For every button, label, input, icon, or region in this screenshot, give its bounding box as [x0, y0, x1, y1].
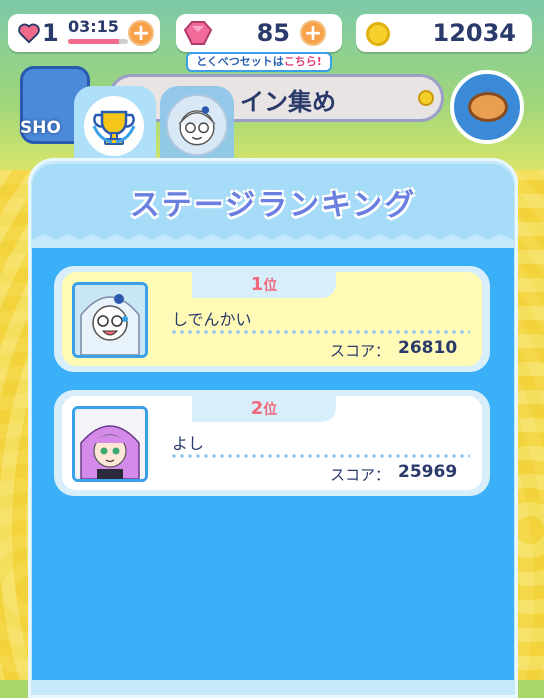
avatar: [72, 406, 148, 482]
rank-value: 1: [250, 274, 264, 295]
add-lives-button[interactable]: +: [128, 20, 154, 46]
rank-badge: 2位: [192, 396, 336, 422]
trophy-icon: [84, 96, 144, 156]
coins-count: 12034: [432, 19, 517, 47]
modal-title: ステージランキング: [129, 188, 417, 223]
special-set-link-text: こちら!: [283, 55, 322, 68]
coin-event-coin-icon: [418, 90, 434, 106]
ranking-row-2-card: 2位 よし スコア： 25969: [62, 396, 482, 490]
add-gems-button[interactable]: +: [300, 20, 326, 46]
score-value: 25969: [398, 462, 458, 482]
food-icon: [468, 92, 508, 122]
dotted-divider: [170, 454, 470, 458]
rank-value: 2: [250, 398, 264, 419]
coin-icon: [366, 22, 390, 46]
heart-icon: [18, 23, 40, 44]
rank-number: 1位: [192, 274, 336, 295]
lives-panel: 1 03:15 +: [8, 14, 160, 52]
lives-timer-fill: [68, 39, 119, 44]
lives-timer: 03:15: [68, 17, 119, 36]
ranking-row-2[interactable]: 2位 よし スコア： 25969: [54, 390, 490, 496]
coin-event-label: イン集め: [240, 88, 336, 116]
rank-suffix: 位: [263, 278, 278, 294]
rank-suffix: 位: [263, 402, 278, 418]
avatar: [72, 282, 148, 358]
rank-number: 2位: [192, 398, 336, 419]
rank-badge: 1位: [192, 272, 336, 298]
dotted-divider: [170, 330, 470, 334]
lives-timer-bar: [68, 39, 128, 44]
gem-icon: [184, 21, 212, 45]
coins-panel: 12034: [356, 14, 532, 52]
score-label: スコア：: [330, 466, 391, 484]
player-name: しでんかい: [172, 310, 252, 329]
score-label: スコア：: [330, 342, 391, 360]
score-value: 26810: [398, 338, 458, 358]
player-name: よし: [172, 434, 205, 453]
avatar-tab-icon: [166, 94, 228, 156]
ranking-row-1[interactable]: 1位 しでんかい スコア： 26810: [54, 266, 490, 372]
lives-count: 1: [42, 19, 59, 47]
special-set-prefix: とくべつセットは: [196, 55, 284, 68]
header-zigzag: [32, 234, 514, 248]
gems-count: 85: [256, 19, 290, 47]
food-button[interactable]: [450, 70, 524, 144]
gems-panel: 85 +: [176, 14, 342, 52]
special-set-link[interactable]: とくべつセットはこちら!: [186, 52, 332, 72]
shop-label: SHO: [20, 118, 61, 138]
ranking-row-1-card: 1位 しでんかい スコア： 26810: [62, 272, 482, 366]
